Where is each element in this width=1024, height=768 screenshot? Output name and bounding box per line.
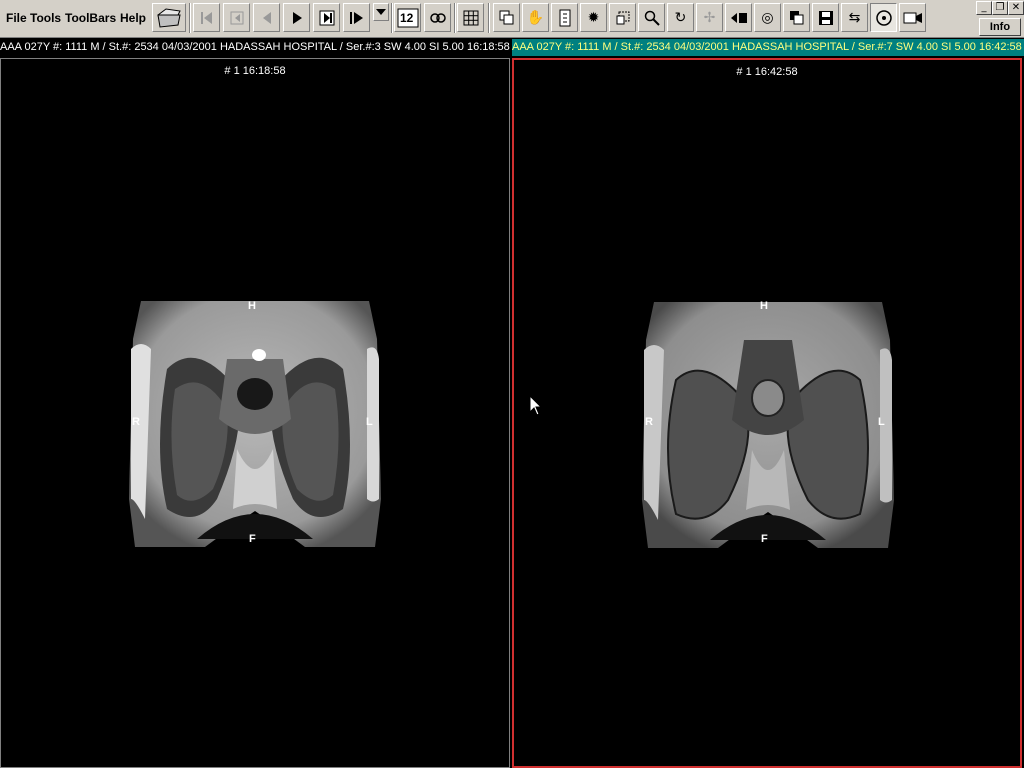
- zoom-button[interactable]: [638, 3, 665, 32]
- frame-step-icon: [319, 10, 334, 25]
- window-level-button[interactable]: [551, 3, 578, 32]
- first-frame-icon: [200, 11, 212, 24]
- left-orient-right: L: [366, 416, 373, 428]
- save-button[interactable]: [812, 3, 839, 32]
- crosshair-button[interactable]: ✢: [696, 3, 723, 32]
- toolbar-separator: [488, 3, 490, 33]
- crop-icon: [616, 11, 629, 24]
- restore-button[interactable]: ❐: [992, 1, 1008, 15]
- flip-icon: [730, 12, 747, 23]
- minimize-button[interactable]: _: [976, 1, 992, 15]
- crop-button[interactable]: [609, 3, 636, 32]
- open-folder-icon: [157, 7, 181, 28]
- menu-help[interactable]: Help: [120, 11, 146, 25]
- left-viewport-header: AAA 027Y #: 1111 M / St.#: 2534 04/03/20…: [0, 39, 510, 56]
- camera-icon: [903, 12, 922, 23]
- menu-toolbars[interactable]: ToolBars: [65, 11, 116, 25]
- play-icon: [292, 11, 302, 24]
- previous-icon: [262, 11, 271, 24]
- mouse-cursor-icon: [529, 395, 543, 416]
- link-icon: [429, 12, 446, 23]
- left-image-stamp: # 1 16:18:58: [224, 65, 286, 77]
- left-orient-left: R: [132, 416, 140, 428]
- settings-button[interactable]: ✹: [580, 3, 607, 32]
- rotate-button[interactable]: ↻: [667, 3, 694, 32]
- info-button[interactable]: Info: [979, 18, 1021, 36]
- rotate-icon: ↻: [674, 9, 687, 26]
- link-button[interactable]: [424, 3, 451, 32]
- next-button[interactable]: [343, 3, 370, 32]
- previous-button[interactable]: [253, 3, 280, 32]
- multi-window-button[interactable]: [493, 3, 520, 32]
- right-orient-left: R: [645, 416, 653, 428]
- multi-window-icon: [499, 10, 513, 24]
- right-orient-top: H: [760, 300, 768, 312]
- frame-step-button[interactable]: [313, 3, 340, 32]
- save-icon: [818, 10, 833, 25]
- grid-icon: [463, 10, 478, 25]
- dropdown-button[interactable]: [373, 3, 389, 21]
- pan-hand-button[interactable]: ✋: [522, 3, 549, 32]
- frame-step-back-button[interactable]: [223, 3, 250, 32]
- main-toolbar: File Tools ToolBars Help 12 ✋ ✹ ↻ ✢ ◎ ⇆ …: [0, 0, 1024, 38]
- gear-icon: ✹: [587, 9, 600, 26]
- zoom-icon: [644, 10, 660, 26]
- left-viewport[interactable]: # 1 16:18:58 H F R L: [0, 58, 510, 768]
- overlay-icon: [789, 10, 803, 24]
- target-icon: [875, 9, 892, 26]
- left-orient-top: H: [248, 300, 256, 312]
- close-button[interactable]: ✕: [1008, 1, 1024, 15]
- toolbar-separator: [391, 3, 393, 33]
- first-frame-button[interactable]: [193, 3, 220, 32]
- open-folder-button[interactable]: [152, 3, 186, 32]
- left-orient-bottom: F: [249, 533, 256, 545]
- left-mri-image: [129, 301, 381, 547]
- crosshair-icon: ✢: [703, 9, 716, 26]
- play-button[interactable]: [283, 3, 310, 32]
- chevron-down-icon: [376, 9, 386, 15]
- window-level-icon: [559, 9, 570, 26]
- swap-icon: ⇆: [848, 9, 861, 26]
- one-two-icon: 12: [397, 8, 418, 27]
- camera-button[interactable]: [899, 3, 926, 32]
- right-mri-image: [642, 302, 894, 548]
- cine-loop-icon: ◎: [761, 9, 774, 26]
- frame-step-back-icon: [230, 11, 243, 24]
- swap-button[interactable]: ⇆: [841, 3, 868, 32]
- restore-icon: ❐: [995, 2, 1005, 13]
- one-two-layout-button[interactable]: 12: [394, 3, 421, 32]
- next-icon: [349, 11, 363, 24]
- target-button[interactable]: [870, 3, 897, 32]
- hand-icon: ✋: [526, 9, 545, 26]
- right-image-stamp: # 1 16:42:58: [736, 66, 798, 78]
- flip-button[interactable]: [725, 3, 752, 32]
- grid-layout-button[interactable]: [457, 3, 484, 32]
- close-icon: ✕: [1011, 2, 1021, 13]
- cine-loop-button[interactable]: ◎: [754, 3, 781, 32]
- right-viewport[interactable]: # 1 16:42:58 H F R L: [512, 58, 1022, 768]
- right-viewport-header: AAA 027Y #: 1111 M / St.#: 2534 04/03/20…: [512, 39, 1024, 56]
- svg-text:12: 12: [400, 11, 414, 25]
- right-orient-right: L: [878, 416, 885, 428]
- overlay-button[interactable]: [783, 3, 810, 32]
- toolbar-separator: [454, 3, 456, 33]
- right-orient-bottom: F: [761, 533, 768, 545]
- toolbar-separator: [189, 3, 191, 33]
- menu-file[interactable]: File: [6, 11, 27, 25]
- minimize-icon: _: [981, 2, 987, 13]
- menu-tools[interactable]: Tools: [30, 11, 61, 25]
